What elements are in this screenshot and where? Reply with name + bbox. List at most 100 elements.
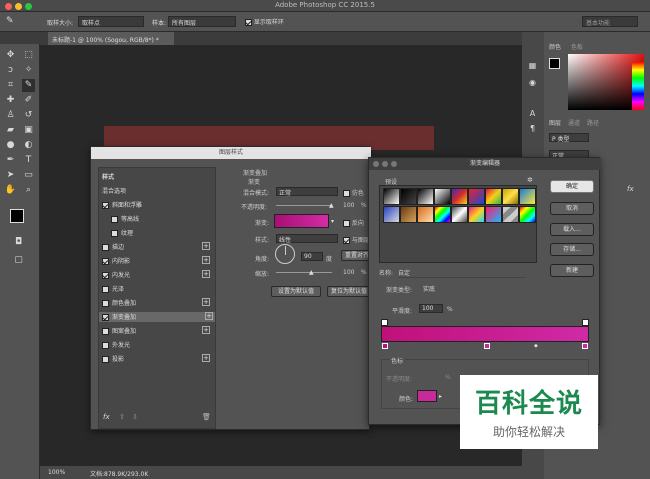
style-item[interactable]: 描边 +: [102, 242, 212, 252]
screen-mode-icon[interactable]: ▢: [12, 254, 25, 267]
preset-swatch[interactable]: [502, 206, 519, 223]
preset-swatch[interactable]: [451, 206, 468, 223]
move-down-icon[interactable]: ⇩: [132, 413, 138, 421]
trash-icon[interactable]: 🗑: [202, 413, 211, 421]
show-ring-checkbox[interactable]: [245, 19, 252, 26]
add-style-icon[interactable]: +: [205, 312, 213, 320]
ge-minimize-button[interactable]: [382, 161, 388, 167]
blend-mode-select[interactable]: 正常: [276, 187, 338, 197]
type-tool-icon[interactable]: T: [22, 154, 35, 167]
preset-swatch[interactable]: [519, 188, 536, 205]
angle-value[interactable]: 90: [301, 252, 323, 261]
pen-tool-icon[interactable]: ✒: [4, 154, 17, 167]
style-checkbox[interactable]: [102, 244, 109, 251]
gradient-preview[interactable]: [274, 214, 329, 228]
zoom-level[interactable]: 100%: [48, 469, 65, 476]
brush-tool-icon[interactable]: ✐: [22, 94, 35, 107]
sample-size-select[interactable]: 取样点: [78, 16, 144, 27]
style-item[interactable]: 内发光 +: [102, 270, 212, 280]
preset-swatch[interactable]: [383, 188, 400, 205]
style-item[interactable]: 投影 +: [102, 354, 212, 364]
tab-paths[interactable]: 路径: [587, 118, 599, 127]
gradient-dropdown-icon[interactable]: ▾: [331, 218, 334, 225]
preset-swatch[interactable]: [485, 206, 502, 223]
color-stop-right[interactable]: [582, 343, 588, 349]
character-panel-icon[interactable]: A: [526, 107, 539, 120]
adjust-panel-icon[interactable]: ◉: [526, 76, 539, 89]
workspace-select[interactable]: 基本功能: [582, 16, 638, 27]
style-checkbox[interactable]: [102, 202, 109, 209]
preset-swatch[interactable]: [451, 188, 468, 205]
preset-swatch[interactable]: [468, 188, 485, 205]
ge-zoom-button[interactable]: [391, 161, 397, 167]
preset-swatch[interactable]: [417, 188, 434, 205]
style-item[interactable]: 等高线: [111, 214, 221, 224]
style-checkbox[interactable]: [102, 342, 109, 349]
smoothness-value[interactable]: 100: [419, 304, 443, 313]
preset-swatch[interactable]: [434, 206, 451, 223]
add-style-icon[interactable]: +: [202, 242, 210, 250]
align-option[interactable]: 与图层: [343, 235, 370, 244]
preset-swatch[interactable]: [417, 206, 434, 223]
style-checkbox[interactable]: [102, 258, 109, 265]
eraser-tool-icon[interactable]: ▰: [4, 124, 17, 137]
lasso-tool-icon[interactable]: ↄ: [4, 64, 17, 77]
add-style-icon[interactable]: +: [202, 354, 210, 362]
fg-color-chip[interactable]: [549, 58, 560, 69]
new-button[interactable]: 新建: [550, 264, 594, 277]
dither-checkbox[interactable]: [343, 190, 350, 197]
preset-swatch[interactable]: [519, 206, 536, 223]
layer-kind-filter[interactable]: P 类型: [549, 133, 589, 143]
color-stop-left[interactable]: [382, 343, 388, 349]
preset-swatch[interactable]: [383, 206, 400, 223]
angle-dial[interactable]: [275, 244, 295, 264]
name-field[interactable]: 自定: [398, 268, 526, 278]
preset-swatch[interactable]: [468, 206, 485, 223]
crop-tool-icon[interactable]: ⌗: [4, 79, 17, 92]
load-button[interactable]: 载入...: [550, 223, 594, 236]
scale-slider[interactable]: [276, 272, 332, 273]
style-item[interactable]: 外发光: [102, 340, 212, 350]
style-checkbox[interactable]: [102, 272, 109, 279]
scale-slider-thumb[interactable]: ▲: [309, 269, 314, 276]
opacity-slider-thumb[interactable]: ▲: [329, 202, 334, 209]
reset-default-button[interactable]: 复位为默认值: [327, 286, 371, 297]
style-item[interactable]: 斜面和浮雕: [102, 200, 212, 210]
style-checkbox[interactable]: [102, 314, 109, 321]
foreground-color-swatch[interactable]: [10, 209, 24, 223]
ok-button[interactable]: 确定: [550, 180, 594, 193]
reverse-checkbox[interactable]: [343, 220, 350, 227]
style-item[interactable]: 渐变叠加 +: [99, 312, 215, 322]
move-up-icon[interactable]: ⇧: [119, 413, 125, 421]
dodge-tool-icon[interactable]: ◐: [22, 139, 35, 152]
opacity-value[interactable]: 100: [343, 202, 354, 209]
eyedropper-tool-icon[interactable]: ✎: [22, 79, 35, 92]
tab-swatches[interactable]: 色板: [571, 42, 583, 51]
preset-swatch[interactable]: [485, 188, 502, 205]
preset-swatch[interactable]: [502, 188, 519, 205]
blur-tool-icon[interactable]: ●: [4, 139, 17, 152]
add-style-icon[interactable]: +: [202, 326, 210, 334]
style-item[interactable]: 纹理: [111, 228, 221, 238]
hue-slider[interactable]: [632, 62, 644, 110]
style-checkbox[interactable]: [111, 230, 118, 237]
gradient-bar[interactable]: [381, 326, 589, 342]
opacity-stop-left[interactable]: [381, 319, 388, 326]
presets-gear-icon[interactable]: ✲: [527, 176, 533, 184]
shape-tool-icon[interactable]: ▭: [22, 169, 35, 182]
style-item[interactable]: 图案叠加 +: [102, 326, 212, 336]
style-item[interactable]: 内阴影 +: [102, 256, 212, 266]
scale-value[interactable]: 100: [343, 269, 354, 276]
stop-color-swatch[interactable]: [417, 390, 437, 402]
path-select-icon[interactable]: ➤: [4, 169, 17, 182]
show-ring-option[interactable]: 显示取样环: [245, 17, 284, 26]
cancel-button[interactable]: 取消: [550, 202, 594, 215]
tab-layers[interactable]: 图层: [549, 118, 561, 127]
tab-channels[interactable]: 通道: [568, 118, 580, 127]
midpoint-diamond[interactable]: ◆: [534, 343, 538, 349]
style-checkbox[interactable]: [102, 356, 109, 363]
add-style-icon[interactable]: +: [202, 256, 210, 264]
add-style-icon[interactable]: +: [202, 298, 210, 306]
history-panel-icon[interactable]: ▦: [526, 59, 539, 72]
gradient-tool-icon[interactable]: ▣: [22, 124, 35, 137]
